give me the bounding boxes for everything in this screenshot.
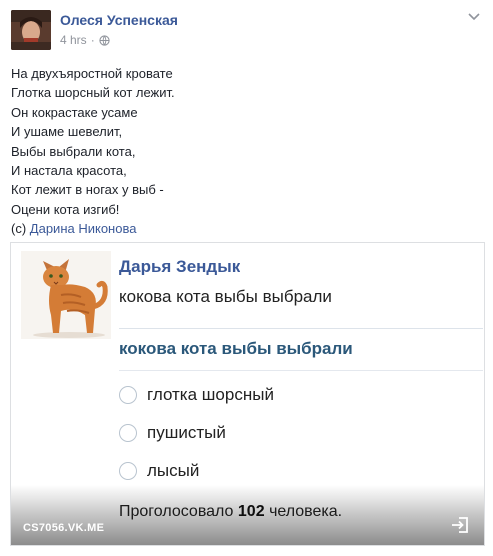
post-line: И настала красота, bbox=[11, 163, 127, 179]
post-text: На двухъяростной кровате Глотка шорсный … bbox=[11, 64, 175, 239]
votes-suffix: человека. bbox=[269, 503, 343, 520]
poll-option[interactable]: лысый bbox=[119, 461, 199, 481]
link-domain[interactable]: CS7056.VK.ME bbox=[23, 522, 104, 534]
post-line: И ушаме шевелит, bbox=[11, 124, 123, 140]
radio-icon bbox=[119, 462, 137, 480]
cat-image bbox=[21, 251, 111, 339]
avatar-image bbox=[11, 10, 51, 50]
facebook-post: Олеся Успенская 4 hrs · На двухъяростной… bbox=[0, 0, 493, 556]
poll-author-name: Дарья Зендык bbox=[119, 257, 241, 275]
credit-prefix: (с) bbox=[11, 221, 27, 237]
poll-subtitle: кокова кота выбы выбрали bbox=[119, 287, 332, 306]
share-icon[interactable] bbox=[450, 515, 470, 535]
link-preview-card[interactable]: Дарья Зендык кокова кота выбы выбрали ко… bbox=[10, 242, 485, 546]
radio-icon bbox=[119, 424, 137, 442]
poll-title: кокова кота выбы выбрали bbox=[119, 339, 353, 358]
author-name[interactable]: Олеся Успенская bbox=[60, 12, 178, 28]
post-line: Выбы выбрали кота, bbox=[11, 143, 136, 159]
poll-option-label: глотка шорсный bbox=[147, 385, 274, 404]
vote-count: Проголосовало 102 человека. bbox=[119, 503, 342, 521]
globe-icon bbox=[99, 34, 110, 46]
divider bbox=[119, 370, 483, 371]
credit-line: (с) Дарина Никонова bbox=[11, 219, 175, 238]
divider bbox=[119, 328, 483, 329]
post-line: Он кокрастаке усаме bbox=[11, 104, 138, 120]
votes-prefix: Проголосовало bbox=[119, 503, 234, 520]
poll-option[interactable]: глотка шорсный bbox=[119, 385, 274, 405]
credit-link[interactable]: Дарина Никонова bbox=[30, 221, 137, 236]
radio-icon bbox=[119, 386, 137, 404]
avatar[interactable] bbox=[11, 10, 51, 50]
meta-separator: · bbox=[90, 33, 95, 47]
poll-option-label: пушистый bbox=[147, 423, 226, 442]
post-line: На двухъяростной кровате bbox=[11, 66, 173, 81]
poll-option-label: лысый bbox=[147, 461, 200, 480]
post-line: Глотка шорсный кот лежит. bbox=[11, 85, 175, 101]
votes-number: 102 bbox=[237, 503, 265, 520]
post-meta: 4 hrs · bbox=[60, 33, 110, 47]
post-time[interactable]: 4 hrs bbox=[60, 33, 87, 47]
post-line: Оцени кота изгиб! bbox=[11, 201, 120, 217]
poll-option[interactable]: пушистый bbox=[119, 423, 226, 443]
cat-illustration bbox=[33, 259, 108, 338]
post-line: Кот лежит в ногах у выб - bbox=[11, 182, 164, 198]
chevron-down-icon[interactable] bbox=[468, 12, 480, 22]
